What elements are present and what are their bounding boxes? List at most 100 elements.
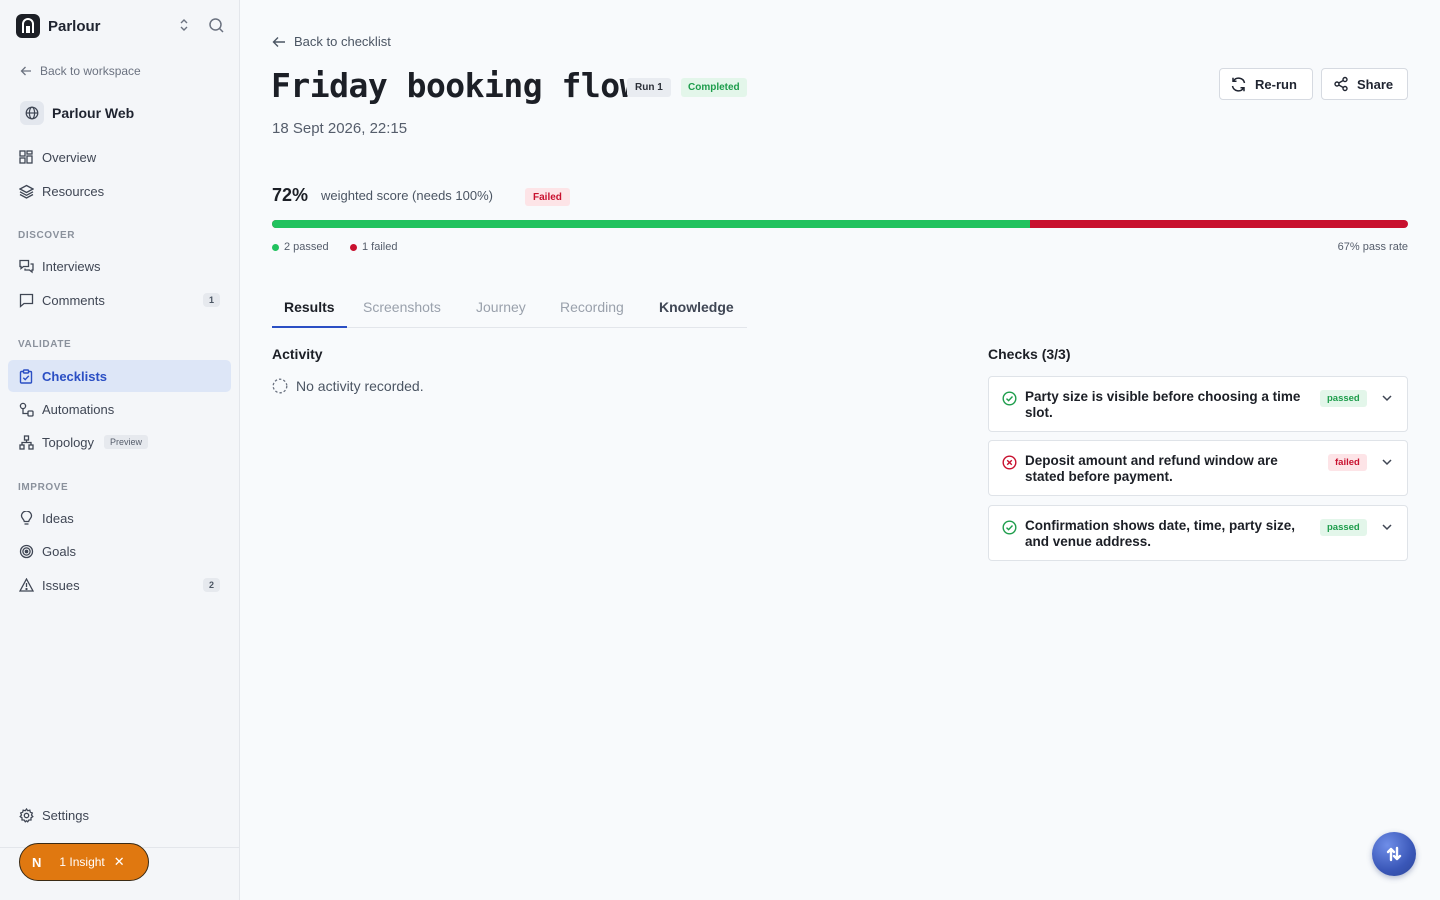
section-label-discover: DISCOVER [18, 230, 76, 241]
failed-label: 1 failed [362, 241, 398, 253]
tab-recording[interactable]: Recording [560, 299, 624, 315]
legend-passed: 2 passed [272, 241, 329, 253]
workspace-name: Parlour [48, 17, 101, 35]
activity-heading: Activity [272, 346, 323, 362]
section-label-validate: VALIDATE [18, 339, 72, 350]
comments-count-badge: 1 [203, 293, 220, 307]
insight-logo: N [32, 854, 42, 870]
sidebar-item-label: Topology [42, 434, 95, 450]
grid-icon [18, 149, 34, 165]
close-icon[interactable]: ✕ [114, 854, 125, 870]
status-badge: Completed [681, 78, 747, 97]
search-icon[interactable] [208, 17, 225, 34]
workspace-switcher[interactable]: Parlour [16, 14, 226, 38]
rerun-label: Re-run [1255, 76, 1297, 92]
insight-button[interactable]: N 1 Insight ✕ [19, 843, 149, 881]
sidebar-item-overview[interactable]: Overview [8, 141, 231, 173]
pass-bar-fill [272, 220, 1030, 228]
legend-failed: 1 failed [350, 241, 397, 253]
tab-results[interactable]: Results [284, 299, 335, 315]
tab-bar: Results Screenshots Journey Recording Kn… [272, 293, 747, 328]
failed-dot [350, 243, 357, 251]
sidebar-item-goals[interactable]: Goals [8, 535, 231, 567]
arrow-left-icon [272, 36, 285, 47]
tab-knowledge[interactable]: Knowledge [659, 299, 734, 315]
tab-journey[interactable]: Journey [476, 299, 526, 315]
check-text: Party size is visible before choosing a … [1025, 389, 1301, 420]
lightbulb-icon [18, 510, 34, 526]
topology-icon [18, 434, 34, 450]
layers-icon [18, 183, 34, 199]
share-label: Share [1357, 76, 1394, 92]
check-card[interactable]: Party size is visible before choosing a … [988, 376, 1408, 432]
sort-arrows-icon [1386, 846, 1402, 862]
page-title: Friday booking flow [271, 66, 640, 105]
back-to-checklist-label: Back to checklist [294, 34, 391, 49]
passed-dot [272, 243, 279, 251]
pass-fail-bar [272, 220, 1408, 228]
insight-label: 1 Insight [59, 855, 105, 869]
chevron-updown-icon[interactable] [177, 17, 191, 33]
sidebar-item-label: Goals [42, 543, 76, 559]
share-button[interactable]: Share [1321, 68, 1408, 100]
pass-rate: 67% pass rate [1337, 241, 1408, 253]
gear-icon [18, 807, 34, 823]
back-to-workspace-label: Back to workspace [40, 64, 141, 78]
sidebar-item-label: Ideas [42, 510, 74, 526]
chevron-down-icon[interactable] [1381, 521, 1393, 533]
check-card[interactable]: Deposit amount and refund window are sta… [988, 440, 1408, 496]
rerun-button[interactable]: Re-run [1219, 68, 1313, 100]
check-circle-icon [1002, 520, 1017, 535]
sidebar-item-checklists[interactable]: Checklists [8, 360, 231, 392]
chevron-down-icon[interactable] [1381, 456, 1393, 468]
sidebar-item-comments[interactable]: Comments 1 [8, 284, 231, 316]
clipboard-check-icon [18, 368, 34, 384]
back-to-checklist-link[interactable]: Back to checklist [272, 34, 391, 49]
sidebar-item-label: Resources [42, 183, 105, 199]
project-name: Parlour Web [52, 105, 135, 121]
globe-icon [20, 101, 44, 125]
sidebar-item-topology[interactable]: Topology Preview [8, 426, 231, 458]
refresh-icon [1231, 76, 1246, 92]
sidebar-item-ideas[interactable]: Ideas [8, 502, 231, 534]
sidebar-item-label: Automations [42, 401, 115, 417]
checks-heading: Checks (3/3) [988, 346, 1071, 362]
chevron-down-icon[interactable] [1381, 392, 1393, 404]
preview-tag: Preview [104, 435, 149, 449]
parlour-logo-icon [16, 14, 40, 38]
sidebar-item-resources[interactable]: Resources [8, 175, 231, 207]
active-tab-indicator [272, 326, 347, 328]
sidebar-item-label: Settings [42, 807, 89, 823]
sidebar-item-label: Comments [42, 292, 105, 308]
sidebar-item-settings[interactable]: Settings [8, 799, 231, 831]
result-badge: Failed [525, 188, 570, 206]
assistant-fab[interactable] [1372, 832, 1416, 876]
activity-empty-text: No activity recorded. [296, 378, 424, 394]
check-circle-icon [1002, 391, 1017, 406]
sidebar-item-label: Interviews [42, 258, 101, 274]
section-label-improve: IMPROVE [18, 482, 69, 493]
check-card[interactable]: Confirmation shows date, time, party siz… [988, 505, 1408, 561]
sidebar-item-interviews[interactable]: Interviews [8, 250, 231, 282]
project-header[interactable]: Parlour Web [20, 101, 134, 125]
sidebar-item-issues[interactable]: Issues 2 [8, 569, 231, 601]
sidebar-item-automations[interactable]: Automations [8, 393, 231, 425]
comment-icon [18, 292, 34, 308]
passed-label: 2 passed [284, 241, 329, 253]
check-text: Confirmation shows date, time, party siz… [1025, 518, 1296, 549]
check-text: Deposit amount and refund window are sta… [1025, 453, 1278, 484]
check-status-badge: passed [1320, 390, 1367, 407]
back-to-workspace-link[interactable]: Back to workspace [20, 64, 141, 78]
arrow-left-icon [20, 66, 31, 76]
x-circle-icon [1002, 455, 1017, 470]
automation-icon [18, 401, 34, 417]
run-date: 18 Sept 2026, 22:15 [272, 120, 408, 137]
sidebar-item-label: Overview [42, 149, 97, 165]
sidebar-item-label: Issues [42, 577, 80, 593]
target-icon [18, 543, 34, 559]
check-status-badge: passed [1320, 519, 1367, 536]
tab-screenshots[interactable]: Screenshots [363, 299, 441, 315]
issues-count-badge: 2 [203, 578, 220, 592]
sidebar-item-label: Checklists [42, 368, 108, 384]
weighted-score: 72% [272, 185, 309, 205]
